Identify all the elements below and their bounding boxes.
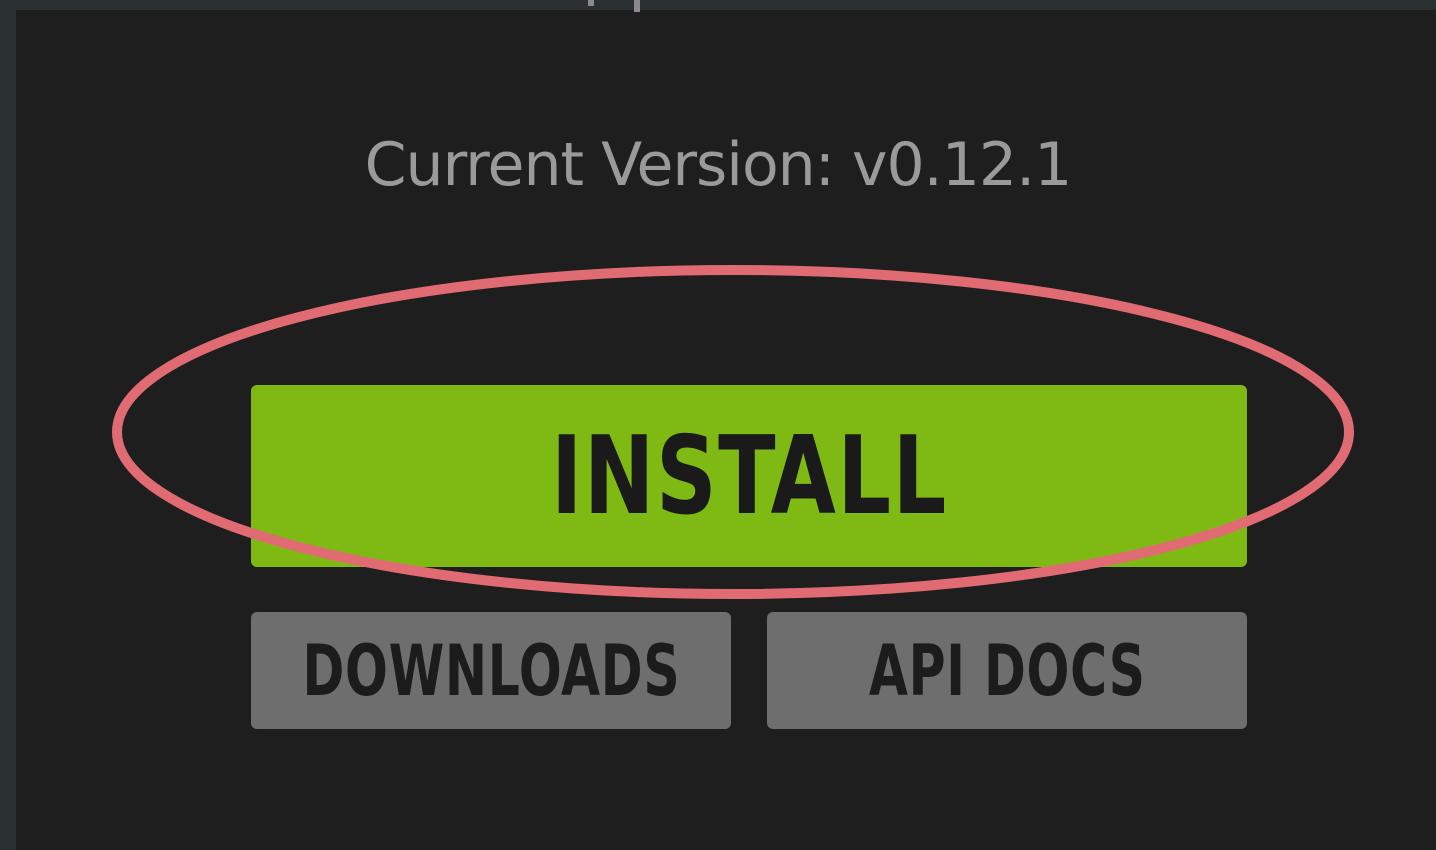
api-docs-button-label: API DOCS [868, 629, 1146, 712]
downloads-button-label: DOWNLOADS [302, 629, 680, 712]
install-button-label: INSTALL [550, 413, 948, 539]
api-docs-button[interactable]: API DOCS [767, 612, 1247, 729]
clipped-text-fragment [588, 0, 640, 12]
current-version-text: Current Version: v0.12.1 [364, 130, 1073, 200]
install-button[interactable]: INSTALL [251, 385, 1247, 567]
downloads-button[interactable]: DOWNLOADS [251, 612, 731, 729]
window-frame: Current Version: v0.12.1 INSTALL DOWNLOA… [0, 0, 1436, 850]
